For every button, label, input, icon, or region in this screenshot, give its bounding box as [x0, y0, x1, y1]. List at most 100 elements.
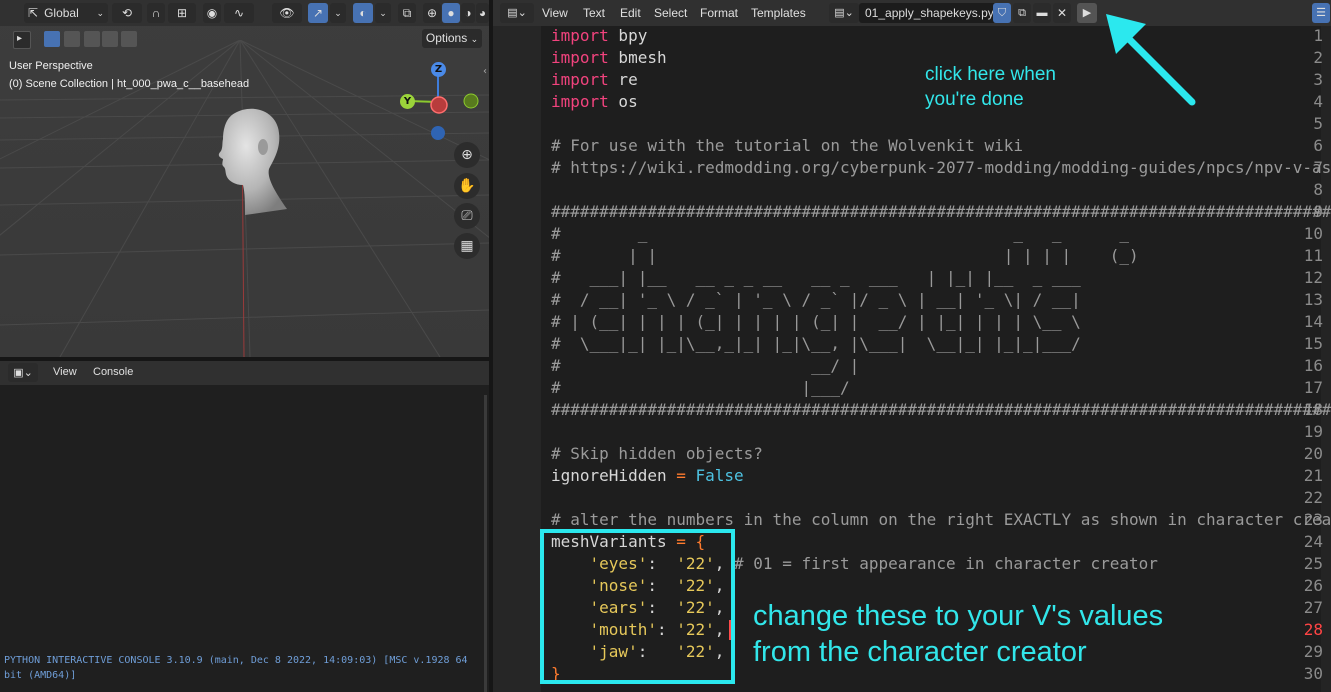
line-number: 22 — [1303, 488, 1323, 507]
console-menu-console[interactable]: Console — [93, 366, 133, 378]
chevron-down-icon: ⌄ — [470, 34, 479, 44]
line-number: 12 — [1303, 268, 1323, 287]
gizmo-z-axis[interactable]: Z — [431, 62, 446, 77]
falloff-dropdown[interactable]: ∿ — [224, 3, 254, 23]
material-sphere-icon: ◑ — [464, 6, 472, 20]
python-console[interactable]: ▣⌄ View Console PYTHON INTERACTIVE CONSO… — [0, 361, 489, 692]
chevron-down-icon: ⌄ — [334, 8, 342, 18]
overlays-dropdown[interactable]: ⌄ — [375, 3, 391, 23]
zoom-button[interactable]: ⊕ — [454, 142, 480, 168]
xray-toggle[interactable]: ⧉ — [398, 3, 416, 23]
select-mode-extend[interactable] — [64, 31, 80, 47]
code-line[interactable]: ignoreHidden = False — [551, 465, 744, 487]
code-line[interactable]: # \___|_| |_|\__,_|_| |_|\__, |\___| \__… — [551, 333, 1081, 355]
snap-grid-icon: ⊞ — [176, 6, 188, 20]
select-mode-intersect[interactable] — [121, 31, 137, 47]
run-hint-line: click here when — [925, 64, 1056, 85]
code-line[interactable]: # https://wiki.redmodding.org/cyberpunk-… — [551, 157, 1331, 179]
select-mode-new[interactable] — [44, 31, 60, 47]
duplicate-button[interactable]: ⧉ — [1013, 3, 1031, 23]
overlays-icon: ◐ — [359, 6, 367, 20]
code-line[interactable]: # ___| |__ __ _ _ __ __ _ ___ | |_| |__ … — [551, 267, 1081, 289]
run-script-button[interactable]: ▶ — [1077, 3, 1097, 23]
line-number: 14 — [1303, 312, 1323, 331]
transform-orientation-dropdown[interactable]: ⇱ Global ⌄ — [24, 3, 108, 23]
falloff-curve-icon: ∿ — [233, 6, 245, 20]
y-axis-label: Y — [403, 96, 412, 107]
shading-rendered[interactable]: ◕ — [476, 3, 489, 23]
sidebar-toggle[interactable]: ☰ — [1312, 3, 1330, 23]
line-number-current: 28 — [1303, 620, 1323, 639]
line-number: 24 — [1303, 532, 1323, 551]
code-line[interactable]: # Skip hidden objects? — [551, 443, 763, 465]
code-line[interactable]: # | (__| | | | (_| | | | | (_| | __/ | |… — [551, 311, 1081, 333]
pivot-point-dropdown[interactable]: ⟲ — [112, 3, 142, 23]
editor-type-dropdown[interactable]: ▤⌄ — [500, 3, 534, 23]
line-number: 30 — [1303, 664, 1323, 683]
menu-text[interactable]: Text — [583, 6, 605, 20]
snap-toggle[interactable]: ∩ — [147, 3, 165, 23]
code-line[interactable]: # | | | | | | (_) — [551, 245, 1139, 267]
menu-select[interactable]: Select — [654, 6, 687, 20]
code-line[interactable]: import re — [551, 69, 638, 91]
visibility-dropdown[interactable]: 👁 — [272, 3, 302, 23]
mesh-variants-highlight-box — [540, 529, 735, 684]
filename-field[interactable]: 01_apply_shapekeys.py — [859, 3, 997, 23]
console-menu-view[interactable]: View — [53, 366, 77, 378]
code-line[interactable]: ########################################… — [551, 399, 1331, 421]
code-line[interactable]: # |___/ — [551, 377, 850, 399]
shading-wireframe[interactable]: ⊕ — [423, 3, 441, 23]
solid-sphere-icon: ● — [447, 6, 455, 20]
3d-viewport[interactable]: ⇱ Global ⌄ ⟲ ∩ ⊞ ◉ ∿ 👁 ↗ ⌄ ◐ ⌄ ⧉ ⊕ ● ◑ ◕… — [0, 0, 489, 357]
menu-view[interactable]: View — [542, 6, 568, 20]
pivot-icon: ⟲ — [121, 6, 133, 20]
code-line[interactable]: # / __| '_ \ / _` | '_ \ / _` |/ _ \ | _… — [551, 289, 1081, 311]
overlays-toggle[interactable]: ◐ — [353, 3, 373, 23]
menu-format[interactable]: Format — [700, 6, 738, 20]
line-number: 1 — [1313, 26, 1323, 45]
proportional-edit-toggle[interactable]: ◉ — [203, 3, 221, 23]
line-number: 10 — [1303, 224, 1323, 243]
shading-material[interactable]: ◑ — [461, 3, 475, 23]
line-number: 21 — [1303, 466, 1323, 485]
gizmo-dropdown[interactable]: ⌄ — [330, 3, 346, 23]
hand-icon: ✋ — [458, 178, 476, 194]
filename-label: 01_apply_shapekeys.py — [865, 6, 994, 20]
gizmo-y-axis[interactable]: Y — [400, 94, 415, 109]
menu-edit[interactable]: Edit — [620, 6, 641, 20]
line-number: 13 — [1303, 290, 1323, 309]
shading-solid[interactable]: ● — [442, 3, 460, 23]
select-mode-invert[interactable] — [102, 31, 118, 47]
text-browse-dropdown[interactable]: ▤⌄ — [829, 3, 859, 23]
line-number: 17 — [1303, 378, 1323, 397]
perspective-toggle-button[interactable]: ▦ — [454, 233, 480, 259]
head-model[interactable] — [205, 105, 295, 217]
code-line[interactable]: import bmesh — [551, 47, 667, 69]
line-number-gutter — [493, 26, 541, 692]
snap-target-dropdown[interactable]: ⊞ — [168, 3, 196, 23]
gizmo-toggle[interactable]: ↗ — [308, 3, 328, 23]
options-dropdown[interactable]: Options ⌄ — [422, 29, 482, 48]
code-line[interactable]: # __/ | — [551, 355, 859, 377]
pan-button[interactable]: ✋ — [454, 173, 480, 199]
select-tool-button[interactable]: ▸ — [13, 31, 31, 49]
menu-templates[interactable]: Templates — [751, 6, 806, 20]
code-line[interactable]: # _ _ _ _ — [551, 223, 1129, 245]
fake-user-toggle[interactable]: ⛉ — [993, 3, 1011, 23]
options-label: Options — [425, 31, 468, 45]
line-number: 29 — [1303, 642, 1323, 661]
open-button[interactable]: ▬ — [1033, 3, 1051, 23]
line-number: 19 — [1303, 422, 1323, 441]
code-line[interactable]: # alter the numbers in the column on the… — [551, 509, 1331, 531]
line-number: 27 — [1303, 598, 1323, 617]
select-mode-subtract[interactable] — [84, 31, 100, 47]
unlink-button[interactable]: ✕ — [1053, 3, 1071, 23]
code-line[interactable]: # For use with the tutorial on the Wolve… — [551, 135, 1023, 157]
editor-type-dropdown[interactable]: ▣⌄ — [8, 363, 38, 382]
camera-view-button[interactable]: ⎚ — [454, 203, 480, 229]
console-scrollbar[interactable] — [484, 395, 487, 692]
code-line[interactable]: import os — [551, 91, 638, 113]
code-line[interactable]: import bpy — [551, 25, 647, 47]
code-line[interactable]: ########################################… — [551, 201, 1331, 223]
line-number: 4 — [1313, 92, 1323, 111]
